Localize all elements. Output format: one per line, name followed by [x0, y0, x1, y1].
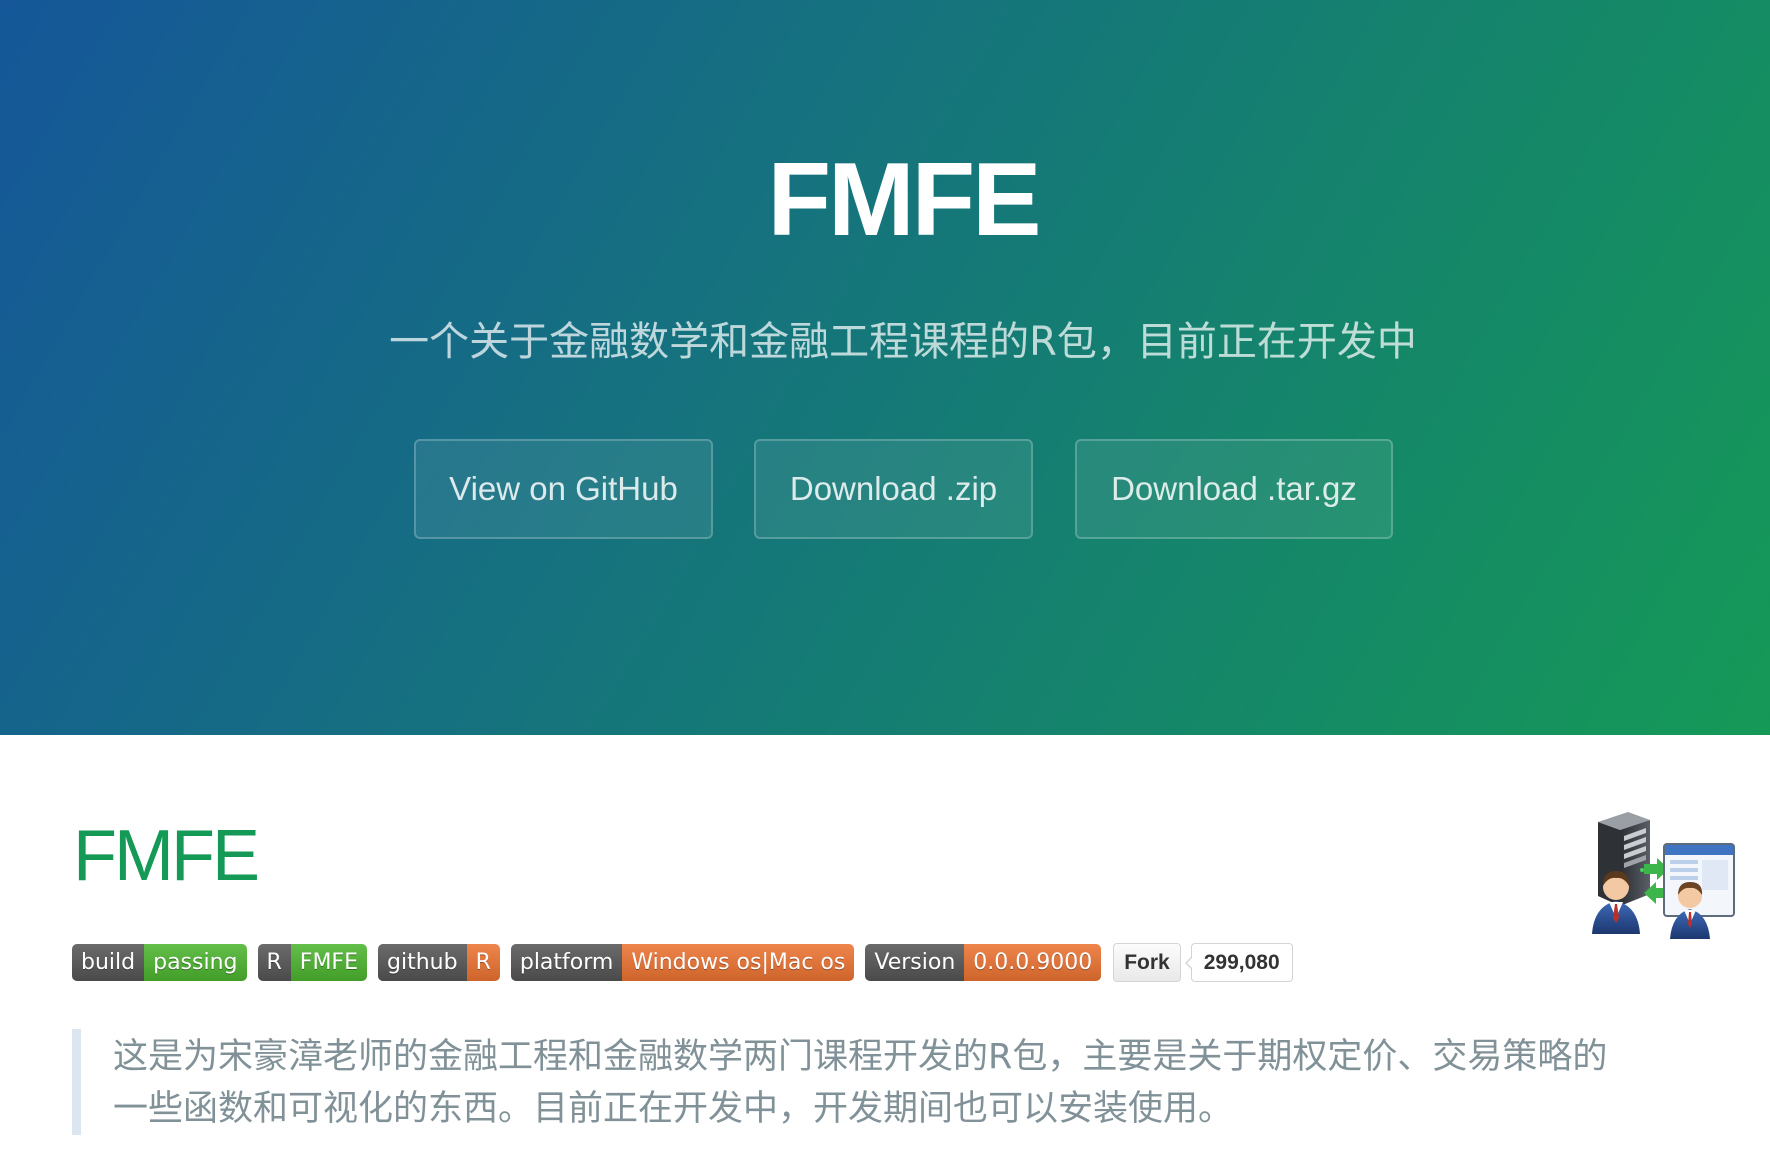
project-tagline: 一个关于金融数学和金融工程课程的R包，目前正在开发中 [389, 319, 1417, 365]
badge-label: build [72, 944, 145, 981]
description-quote: 这是为宋豪漳老师的金融工程和金融数学两门课程开发的R包，主要是关于期权定价、交易… [72, 1029, 1673, 1135]
github-language-badge[interactable]: github R [378, 944, 500, 981]
badge-value: Windows os|Mac os [622, 944, 855, 981]
badge-label: platform [510, 944, 623, 981]
fork-button[interactable]: Fork [1113, 943, 1181, 982]
description-text: 这是为宋豪漳老师的金融工程和金融数学两门课程开发的R包，主要是关于期权定价、交易… [113, 1037, 1608, 1129]
platform-badge[interactable]: platform Windows os|Mac os [510, 944, 855, 981]
readme-heading: FMFE [73, 816, 260, 896]
page-header: FMFE 一个关于金融数学和金融工程课程的R包，目前正在开发中 View on … [0, 0, 1770, 735]
badge-value: passing [144, 944, 247, 981]
badge-label: github [378, 944, 467, 981]
r-package-badge[interactable]: R FMFE [257, 944, 367, 981]
view-on-github-button[interactable]: View on GitHub [414, 439, 713, 539]
download-zip-button[interactable]: Download .zip [754, 439, 1033, 539]
badge-value: 0.0.0.9000 [964, 944, 1102, 981]
server-client-icon [1586, 808, 1739, 940]
download-tar-gz-button[interactable]: Download .tar.gz [1075, 439, 1393, 539]
version-badge[interactable]: Version 0.0.0.9000 [865, 944, 1102, 981]
badge-label: R [257, 944, 291, 981]
badge-value: FMFE [290, 944, 367, 981]
server-client-icon-graphic [1592, 812, 1735, 939]
project-title: FMFE [767, 142, 1041, 258]
badge-value: R [466, 944, 500, 981]
fork-button-group: Fork 299,080 [1113, 943, 1293, 982]
fork-count[interactable]: 299,080 [1184, 943, 1293, 982]
badge-row: build passing R FMFE github R platform W… [72, 943, 1293, 982]
build-status-badge[interactable]: build passing [72, 944, 247, 981]
badge-label: Version [865, 944, 965, 981]
page: FMFE 一个关于金融数学和金融工程课程的R包，目前正在开发中 View on … [0, 0, 1770, 1160]
